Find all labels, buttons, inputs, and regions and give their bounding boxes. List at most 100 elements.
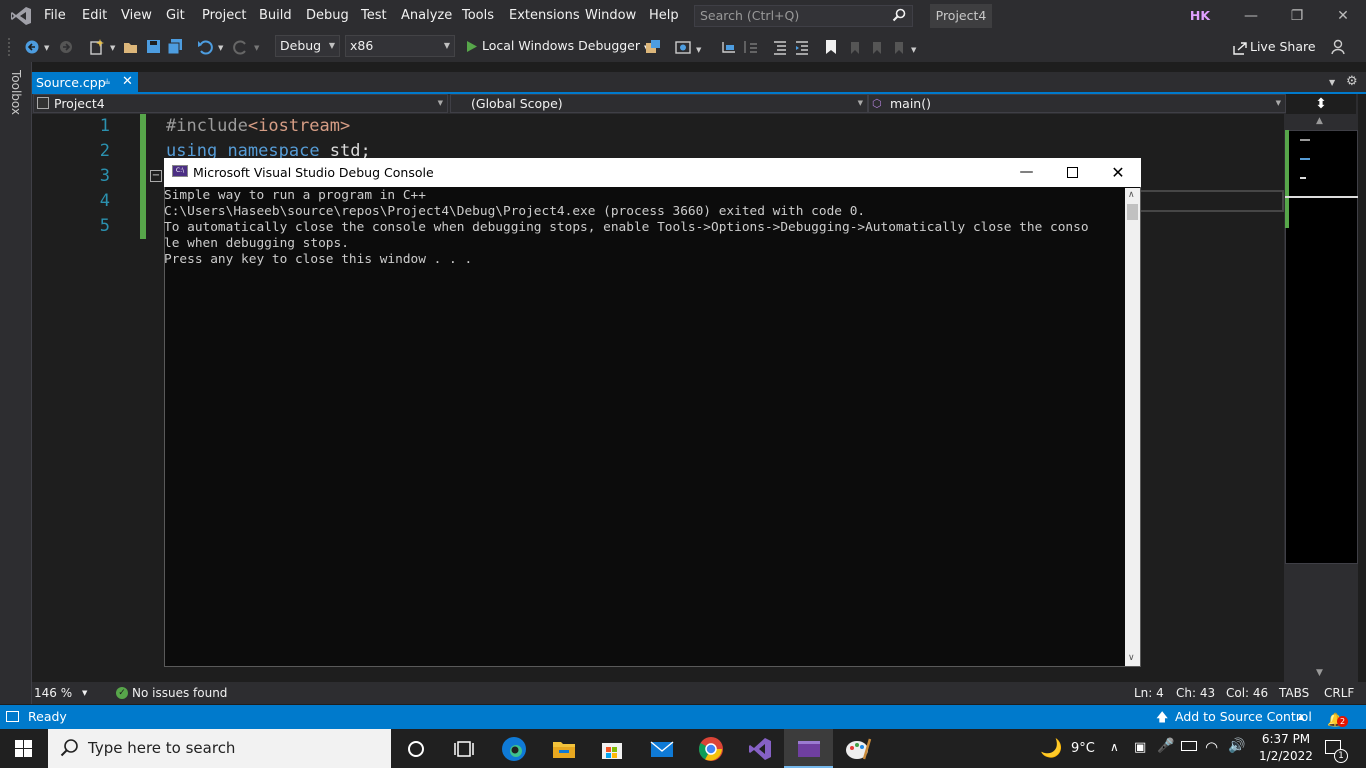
scroll-up-icon[interactable]: ▲ [1316,116,1323,126]
meet-now-icon[interactable]: ▣ [1134,740,1146,755]
menu-item-extensions[interactable]: Extensions [509,0,580,32]
console-taskbar-icon[interactable] [795,735,823,763]
project-dropdown[interactable]: Project4 ▼ [33,94,448,113]
process-icon[interactable] [644,38,662,56]
weather-temperature[interactable]: 9°C [1071,729,1095,768]
battery-icon[interactable] [1181,741,1197,751]
chrome-icon[interactable] [697,735,725,763]
menu-item-window[interactable]: Window [585,0,636,32]
menu-item-view[interactable]: View [121,0,152,32]
menu-item-build[interactable]: Build [259,0,292,32]
chevron-up-icon[interactable]: ∧ [1110,740,1119,754]
clear-bookmarks-icon[interactable] [889,38,907,56]
screenshot-icon[interactable] [674,38,692,56]
cortana-icon[interactable] [402,735,430,763]
feedback-icon[interactable] [1330,38,1348,56]
pin-icon[interactable]: ⫨ [104,74,110,88]
volume-icon[interactable]: 🔊 [1228,738,1245,754]
wifi-icon[interactable]: ◠ [1205,738,1218,756]
mail-icon[interactable] [648,735,676,763]
weather-moon-icon[interactable]: 🌙 [1040,738,1062,759]
forward-icon[interactable] [57,38,75,56]
collapse-icon[interactable]: − [150,170,162,182]
menu-item-project[interactable]: Project [202,0,246,32]
menu-item-test[interactable]: Test [361,0,387,32]
platform-select[interactable]: x86 ▼ [345,35,455,57]
toolbar-overflow-icon[interactable]: ▼ [911,46,916,54]
close-icon[interactable]: ✕ [122,74,133,89]
code-line[interactable]: #include<iostream> [166,114,350,139]
line-ending[interactable]: CRLF [1324,682,1354,704]
close-button[interactable]: ✕ [1320,0,1366,32]
chevron-down-icon[interactable]: ▼ [44,44,49,52]
chevron-down-icon[interactable]: ▼ [254,44,259,52]
configuration-select[interactable]: Debug ▼ [275,35,340,57]
user-avatar[interactable]: HK [1187,5,1213,27]
column-number[interactable]: Col: 46 [1226,682,1268,704]
zoom-level[interactable]: 146 % [34,682,72,704]
windows-start-icon[interactable] [15,740,32,757]
console-close-button[interactable]: ✕ [1095,158,1141,187]
chevron-down-icon[interactable]: ▼ [110,44,115,52]
gear-icon[interactable]: ⚙ [1346,74,1358,89]
console-maximize-button[interactable] [1049,158,1095,187]
member-dropdown[interactable]: main() ▼ [868,94,1286,113]
store-icon[interactable] [598,735,626,763]
visual-studio-taskbar-icon[interactable] [746,735,774,763]
menu-item-help[interactable]: Help [649,0,679,32]
paint-icon[interactable] [844,735,872,763]
new-item-icon[interactable] [88,38,106,56]
console-minimize-button[interactable]: — [1004,158,1049,187]
console-title-bar[interactable]: Microsoft Visual Studio Debug Console [164,158,1141,187]
char-number[interactable]: Ch: 43 [1176,682,1215,704]
restore-button[interactable]: ❐ [1274,0,1320,32]
chevron-up-icon[interactable]: ▲ [1298,705,1304,729]
menu-item-edit[interactable]: Edit [82,0,107,32]
prev-bookmark-icon[interactable] [845,38,863,56]
live-share-button[interactable]: Live Share [1230,36,1316,58]
back-icon[interactable] [24,38,42,56]
line-number[interactable]: Ln: 4 [1134,682,1164,704]
search-input[interactable]: Search (Ctrl+Q) [694,5,913,27]
zoom-chevron-down-icon[interactable]: ▼ [82,682,87,704]
scope-dropdown[interactable]: (Global Scope) ▼ [450,94,868,113]
chevron-down-icon[interactable]: ▼ [696,46,701,54]
console-scrollbar[interactable]: ∧ ∨ [1125,188,1140,666]
indentation-mode[interactable]: TABS [1279,682,1309,704]
console-output[interactable]: Simple way to run a program in C++ C:\Use… [164,188,1124,268]
save-icon[interactable] [145,38,163,56]
undo-icon[interactable] [196,38,214,56]
start-debugging-button[interactable]: Local Windows Debugger ▼ [462,35,649,57]
menu-item-file[interactable]: File [44,0,66,32]
step-icon[interactable] [742,38,760,56]
scroll-down-icon[interactable]: ∨ [1128,653,1135,663]
file-explorer-icon[interactable] [550,735,578,763]
menu-item-debug[interactable]: Debug [306,0,349,32]
clock[interactable]: 6:37 PM 1/2/2022 [1254,731,1318,765]
scroll-up-icon[interactable]: ∧ [1128,190,1135,200]
issues-status[interactable]: No issues found [132,682,227,704]
tab-list-chevron-icon[interactable]: ▼ [1329,78,1335,87]
next-bookmark-icon[interactable] [867,38,885,56]
edge-icon[interactable] [500,735,528,763]
taskbar-search-input[interactable]: Type here to search [48,729,391,768]
minimize-button[interactable]: — [1228,0,1274,32]
comment-icon[interactable] [771,38,789,56]
split-view-icon[interactable]: ⬍ [1286,94,1356,114]
hot-reload-icon[interactable] [720,38,738,56]
bookmark-icon[interactable] [822,38,840,56]
redo-icon[interactable] [232,38,250,56]
microphone-icon[interactable]: 🎤 [1157,738,1174,754]
console-scroll-thumb[interactable] [1127,204,1138,220]
add-to-source-control[interactable]: Add to Source Control [1175,705,1312,729]
toolbox-tab[interactable]: Toolbox [9,70,23,115]
save-all-icon[interactable] [167,38,185,56]
open-file-icon[interactable] [122,38,140,56]
menu-item-tools[interactable]: Tools [462,0,494,32]
menu-item-analyze[interactable]: Analyze [401,0,452,32]
task-view-icon[interactable] [450,735,478,763]
chevron-down-icon[interactable]: ▼ [218,44,223,52]
scroll-down-icon[interactable]: ▼ [1316,668,1323,678]
uncomment-icon[interactable] [793,38,811,56]
menu-item-git[interactable]: Git [166,0,185,32]
